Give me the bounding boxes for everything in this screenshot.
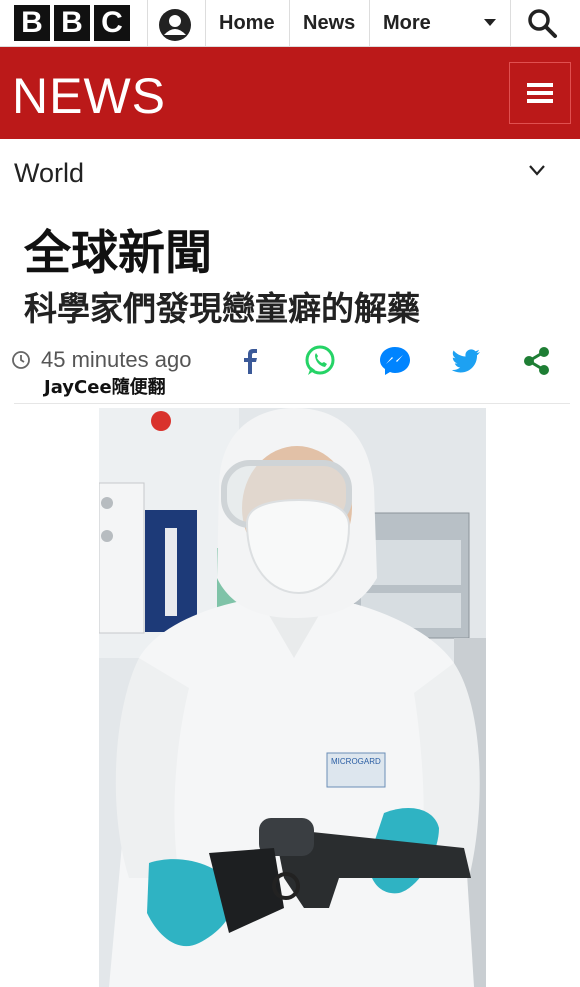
messenger-icon[interactable] [377,343,413,379]
suit-badge-text: MICROGARD [331,757,381,766]
nav-home-link[interactable]: Home [219,0,275,46]
author-watermark: JayCee隨便翻 [44,377,166,398]
facebook-icon[interactable] [232,343,268,379]
hamburger-icon [527,79,553,107]
clock-icon [12,351,30,369]
divider [205,0,206,46]
page-title: 全球新聞 [24,226,212,281]
timestamp: 45 minutes ago [41,347,192,372]
article-subtitle: 科學家們發現戀童癖的解藥 [24,289,420,328]
news-banner: NEWS [0,47,580,139]
bbc-logo[interactable]: B B C [14,5,130,41]
share-icon[interactable] [519,343,555,379]
chevron-down-icon[interactable] [527,160,547,180]
bbc-logo-letter: C [94,5,130,41]
search-icon[interactable] [526,7,558,39]
section-label[interactable]: World [14,158,84,189]
scientist-illustration: MICROGARD [99,408,486,987]
twitter-icon[interactable] [447,343,483,379]
chevron-down-icon[interactable] [484,19,496,26]
account-icon[interactable] [157,7,193,43]
bbc-logo-letter: B [54,5,90,41]
menu-button[interactable] [509,62,571,124]
divider [147,0,148,46]
nav-more-link[interactable]: More [383,0,431,46]
bbc-logo-letter: B [14,5,50,41]
divider [14,403,570,404]
news-logo[interactable]: NEWS [12,67,166,125]
nav-news-link[interactable]: News [303,0,355,46]
divider [369,0,370,46]
whatsapp-icon[interactable] [302,343,338,379]
top-navigation-bar: B B C Home News More [0,0,580,47]
divider [510,0,511,46]
divider [289,0,290,46]
article-photo: MICROGARD [99,408,486,987]
